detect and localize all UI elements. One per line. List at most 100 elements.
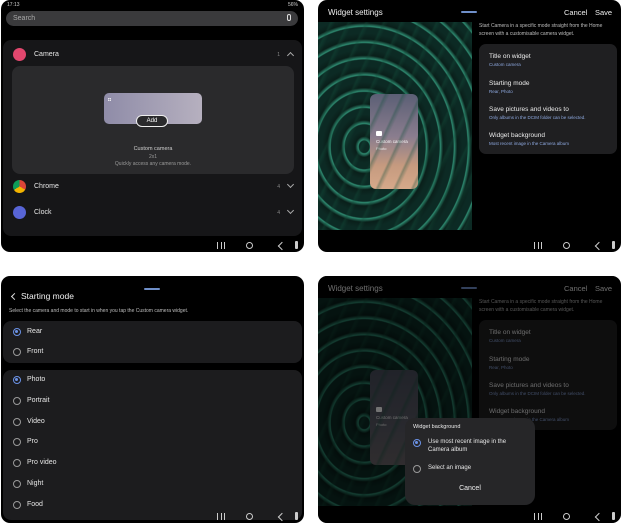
widget-background-dialog-screen: Widget settings Cancel Save Custom camer… bbox=[318, 276, 621, 523]
radio-selected-icon bbox=[413, 439, 421, 447]
camera-app-icon bbox=[13, 48, 26, 61]
option-label: Night bbox=[27, 480, 44, 487]
option-label: Pro video bbox=[27, 459, 57, 466]
add-widget-button[interactable]: Add bbox=[136, 115, 168, 127]
radio-icon bbox=[13, 348, 21, 356]
setting-widget-background[interactable]: Widget background Most recent image in t… bbox=[489, 132, 614, 146]
setting-title: Title on widget bbox=[489, 53, 531, 60]
radio-selected-icon bbox=[13, 328, 21, 336]
page-title: Widget settings bbox=[328, 8, 383, 17]
option-pro-video[interactable]: Pro video bbox=[3, 453, 302, 473]
home-icon[interactable] bbox=[246, 242, 253, 249]
mic-icon[interactable] bbox=[287, 14, 291, 21]
option-select-image[interactable]: Select an image bbox=[405, 461, 535, 483]
camera-icon bbox=[376, 131, 382, 136]
home-icon[interactable] bbox=[246, 513, 253, 520]
navigation-bar bbox=[318, 505, 621, 523]
widget-count: 4 bbox=[277, 184, 280, 190]
option-label: Front bbox=[27, 348, 44, 355]
widget-size: 2x1 bbox=[148, 154, 158, 160]
list-item-clock[interactable]: Clock 4 bbox=[3, 202, 302, 224]
option-label: Pro bbox=[27, 438, 38, 445]
widget-description: Quickly access any camera mode. bbox=[114, 161, 192, 167]
radio-selected-icon bbox=[13, 376, 21, 384]
setting-save-location[interactable]: Save pictures and videos to Only albums … bbox=[489, 106, 614, 120]
mode-group: Photo Portrait Video Pro Pro video Night… bbox=[3, 370, 302, 520]
chevron-up-icon[interactable] bbox=[286, 51, 295, 60]
cancel-button[interactable]: Cancel bbox=[564, 8, 587, 17]
widget-count: 1 bbox=[277, 52, 280, 58]
back-icon[interactable] bbox=[277, 512, 287, 522]
widget-app-list: Camera 1 ◘ Add Custom camera 2x1 Quickly… bbox=[3, 40, 302, 236]
home-icon[interactable] bbox=[563, 513, 570, 520]
option-video[interactable]: Video bbox=[3, 412, 302, 432]
camera-group: Rear Front bbox=[3, 321, 302, 363]
dialog-title: Widget background bbox=[413, 424, 461, 430]
navigation-bar bbox=[1, 505, 304, 523]
drag-handle[interactable] bbox=[144, 288, 160, 290]
status-bar: 17:13 56% bbox=[7, 2, 298, 10]
option-pro[interactable]: Pro bbox=[3, 432, 302, 452]
setting-value: Rear, Photo bbox=[489, 89, 513, 94]
option-portrait[interactable]: Portrait bbox=[3, 391, 302, 411]
radio-icon bbox=[413, 465, 421, 473]
back-icon[interactable] bbox=[594, 241, 604, 251]
option-photo[interactable]: Photo bbox=[3, 370, 302, 390]
widget-settings-screen: Widget settings Cancel Save Custom camer… bbox=[318, 0, 621, 252]
navigation-bar bbox=[1, 234, 304, 252]
drag-handle[interactable] bbox=[461, 11, 477, 13]
widget-preview-area: ◘ Add Custom camera 2x1 Quickly access a… bbox=[12, 66, 294, 174]
chevron-down-icon[interactable] bbox=[286, 206, 295, 215]
setting-value: Custom camera bbox=[489, 62, 521, 67]
option-label: Rear bbox=[27, 328, 43, 335]
clock-app-icon bbox=[13, 206, 26, 219]
widget-title: Custom camera bbox=[133, 146, 173, 152]
recent-apps-icon[interactable] bbox=[534, 513, 542, 520]
recent-apps-icon[interactable] bbox=[534, 242, 542, 249]
navigation-bar bbox=[318, 234, 621, 252]
option-rear[interactable]: Rear bbox=[3, 322, 302, 342]
option-front[interactable]: Front bbox=[3, 342, 302, 362]
intro-text: Start Camera in a specific mode straight… bbox=[479, 23, 603, 37]
dialog-cancel-button[interactable]: Cancel bbox=[405, 485, 535, 492]
setting-starting-mode[interactable]: Starting mode Rear, Photo bbox=[489, 80, 614, 94]
wallpaper-preview: Custom camera Photo bbox=[318, 22, 472, 230]
list-item-chrome[interactable]: Chrome 4 bbox=[3, 176, 302, 198]
home-icon[interactable] bbox=[563, 242, 570, 249]
preview-subtitle: Photo bbox=[376, 146, 387, 151]
recent-apps-icon[interactable] bbox=[217, 242, 225, 249]
radio-icon bbox=[13, 418, 21, 426]
accessibility-icon[interactable] bbox=[612, 512, 615, 520]
accessibility-icon[interactable] bbox=[295, 241, 298, 249]
chevron-down-icon[interactable] bbox=[286, 180, 295, 189]
accessibility-icon[interactable] bbox=[295, 512, 298, 520]
app-name: Camera bbox=[34, 51, 59, 58]
settings-list: Title on widget Custom camera Starting m… bbox=[479, 44, 617, 154]
radio-icon bbox=[13, 438, 21, 446]
back-icon[interactable] bbox=[594, 512, 604, 522]
setting-title: Starting mode bbox=[489, 80, 530, 87]
option-label: Video bbox=[27, 418, 45, 425]
option-label: Photo bbox=[27, 376, 46, 383]
search-input[interactable]: Search bbox=[6, 11, 298, 26]
radio-icon bbox=[13, 459, 21, 467]
starting-mode-screen: Starting mode Select the camera and mode… bbox=[1, 276, 304, 523]
setting-title-on-widget[interactable]: Title on widget Custom camera bbox=[489, 53, 614, 67]
recent-apps-icon[interactable] bbox=[217, 513, 225, 520]
option-night[interactable]: Night bbox=[3, 474, 302, 494]
back-arrow-icon[interactable] bbox=[10, 292, 19, 301]
setting-title: Widget background bbox=[489, 132, 546, 139]
option-recent-image[interactable]: Use most recent image in the Camera albu… bbox=[405, 435, 535, 457]
widget-count: 4 bbox=[277, 210, 280, 216]
back-icon[interactable] bbox=[277, 241, 287, 251]
chrome-app-icon bbox=[13, 180, 26, 193]
accessibility-icon[interactable] bbox=[612, 241, 615, 249]
preview-title: Custom camera bbox=[376, 139, 408, 144]
status-time: 17:13 bbox=[7, 2, 20, 8]
list-item-camera[interactable]: Camera 1 bbox=[3, 44, 302, 66]
battery-level: 56% bbox=[287, 2, 298, 8]
app-name: Chrome bbox=[34, 183, 59, 190]
radio-icon bbox=[13, 397, 21, 405]
page-title: Starting mode bbox=[21, 291, 74, 301]
save-button[interactable]: Save bbox=[595, 8, 612, 17]
